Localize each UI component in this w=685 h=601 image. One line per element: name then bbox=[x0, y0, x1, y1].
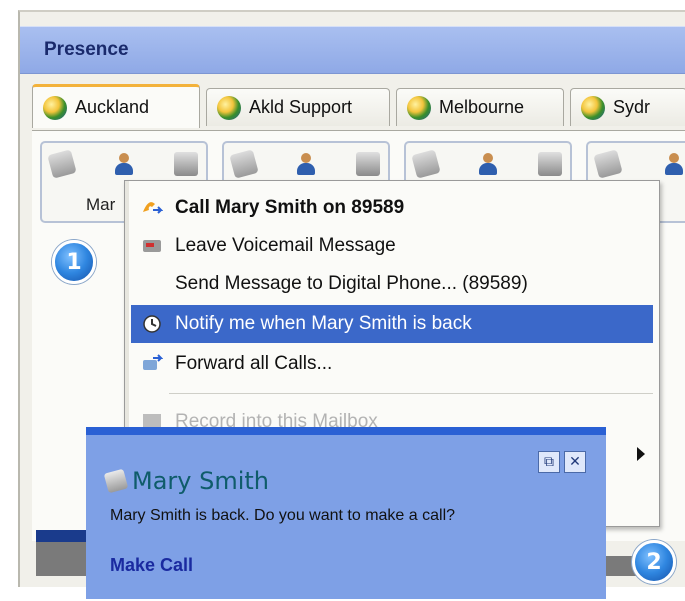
menu-item-label: Leave Voicemail Message bbox=[175, 235, 396, 256]
tab-label: Melbourne bbox=[439, 97, 525, 117]
voicemail-icon[interactable] bbox=[174, 152, 198, 176]
menu-item-call[interactable]: Call Mary Smith on 89589 bbox=[131, 189, 653, 227]
globe-icon bbox=[581, 95, 605, 120]
callout-badge-1: 1 bbox=[52, 240, 96, 284]
phone-icon bbox=[103, 468, 129, 494]
contact-name: Mar bbox=[86, 195, 116, 214]
window-title: Presence bbox=[44, 39, 129, 60]
menu-item-label: Notify me when Mary Smith is back bbox=[175, 313, 472, 334]
menu-separator bbox=[169, 393, 653, 394]
location-tabs: Auckland Akld Support Melbourne Sydr bbox=[32, 84, 685, 130]
phone-icon[interactable] bbox=[229, 149, 259, 179]
person-icon bbox=[294, 152, 318, 176]
call-icon bbox=[143, 202, 163, 214]
make-call-link[interactable]: Make Call bbox=[110, 555, 193, 576]
menu-item-leave-voicemail[interactable]: Leave Voicemail Message bbox=[131, 227, 653, 265]
menu-item-forward-calls[interactable]: Forward all Calls... bbox=[131, 345, 653, 383]
voicemail-icon[interactable] bbox=[356, 152, 380, 176]
menu-item-notify-when-back[interactable]: Notify me when Mary Smith is back bbox=[131, 305, 653, 343]
close-icon[interactable]: ✕ bbox=[564, 451, 586, 473]
title-bar: Presence bbox=[20, 26, 685, 74]
phone-icon[interactable] bbox=[593, 149, 623, 179]
notification-popup: Mary Smith ⧉ ✕ Mary Smith is back. Do yo… bbox=[86, 427, 606, 599]
tab-auckland[interactable]: Auckland bbox=[32, 84, 200, 128]
tab-sydney[interactable]: Sydr bbox=[570, 88, 685, 126]
phone-icon[interactable] bbox=[411, 149, 441, 179]
globe-icon bbox=[217, 95, 241, 120]
person-icon bbox=[476, 152, 500, 176]
notification-sender: Mary Smith bbox=[132, 467, 270, 495]
voicemail-icon[interactable] bbox=[538, 152, 562, 176]
globe-icon bbox=[43, 95, 67, 120]
menu-item-send-message[interactable]: Send Message to Digital Phone... (89589) bbox=[131, 265, 653, 303]
options-icon[interactable]: ⧉ bbox=[538, 451, 560, 473]
globe-icon bbox=[407, 95, 431, 120]
tab-label: Akld Support bbox=[249, 97, 353, 117]
menu-item-label: Send Message to Digital Phone... (89589) bbox=[175, 273, 528, 294]
submenu-arrow-icon[interactable] bbox=[637, 447, 645, 461]
tab-label: Sydr bbox=[613, 97, 651, 117]
tab-akld-support[interactable]: Akld Support bbox=[206, 88, 390, 126]
forward-icon bbox=[143, 354, 163, 370]
callout-badge-2: 2 bbox=[632, 540, 676, 584]
menu-item-label: Call Mary Smith on 89589 bbox=[175, 197, 405, 218]
phone-icon[interactable] bbox=[47, 149, 77, 179]
clock-icon bbox=[143, 315, 161, 333]
menu-item-label: Forward all Calls... bbox=[175, 353, 333, 374]
tab-label: Auckland bbox=[75, 97, 150, 117]
person-icon bbox=[662, 152, 685, 176]
tab-melbourne[interactable]: Melbourne bbox=[396, 88, 564, 126]
notification-message: Mary Smith is back. Do you want to make … bbox=[110, 507, 456, 524]
person-icon bbox=[112, 152, 136, 176]
voicemail-icon bbox=[143, 240, 161, 252]
